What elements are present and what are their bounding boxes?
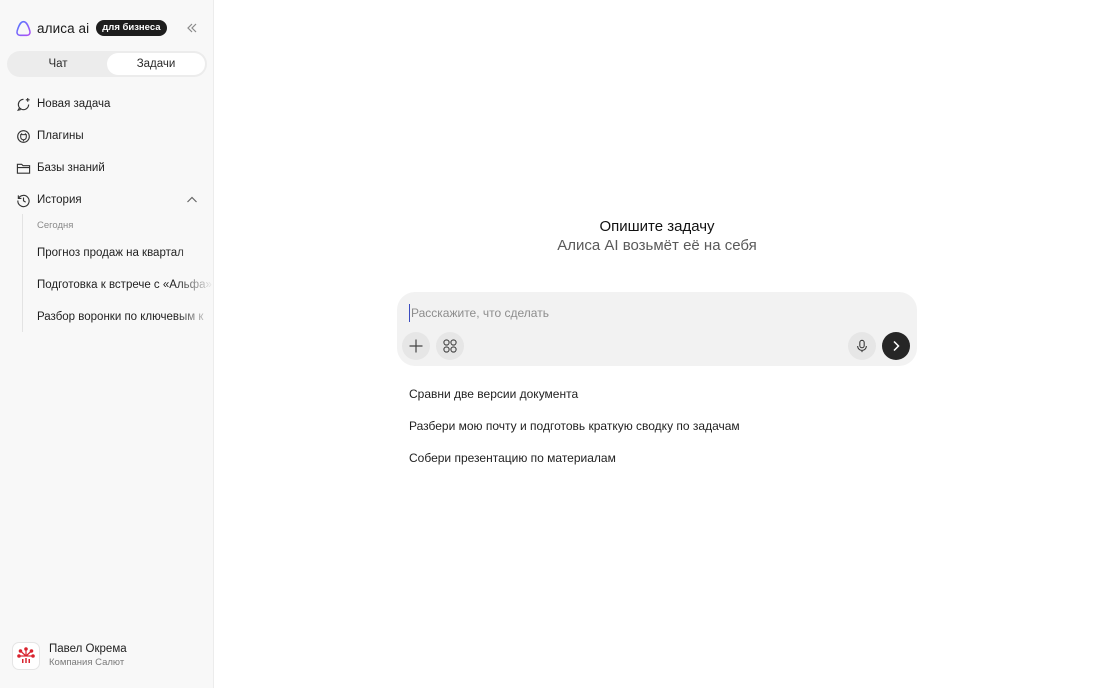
voice-input-button[interactable] bbox=[848, 332, 876, 360]
company-logo-icon bbox=[17, 647, 35, 663]
page-subtitle: Алиса AI возьмёт её на себя bbox=[557, 237, 757, 254]
sidebar-item-label: Новая задача bbox=[37, 98, 111, 110]
user-name: Павел Окрема bbox=[49, 643, 127, 655]
sidebar-item-plugins[interactable]: Плагины bbox=[0, 120, 214, 152]
history-list: Сегодня Прогноз продаж на квартал Подгот… bbox=[22, 214, 214, 332]
apps-grid-icon bbox=[443, 339, 457, 353]
sidebar-item-label: Базы знаний bbox=[37, 162, 105, 174]
tab-tasks[interactable]: Задачи bbox=[107, 53, 205, 75]
history-item[interactable]: Подготовка к встрече с «Альфа» bbox=[23, 270, 214, 302]
collapse-sidebar-button[interactable] bbox=[184, 20, 200, 36]
sidebar: алиса ai для бизнеса Чат Задачи Новая за… bbox=[0, 0, 214, 688]
mode-tabs: Чат Задачи bbox=[7, 51, 207, 77]
history-item[interactable]: Прогноз продаж на квартал bbox=[23, 238, 214, 270]
tab-chat[interactable]: Чат bbox=[9, 53, 107, 75]
task-input[interactable] bbox=[409, 304, 889, 322]
brand[interactable]: алиса ai для бизнеса bbox=[15, 18, 167, 38]
double-chevron-left-icon bbox=[187, 23, 197, 33]
plugin-icon bbox=[15, 128, 31, 144]
plus-icon bbox=[409, 339, 423, 353]
history-icon bbox=[15, 192, 31, 208]
alisa-logo-icon bbox=[16, 20, 31, 36]
chevron-up-icon[interactable] bbox=[186, 194, 198, 206]
sidebar-item-label: История bbox=[37, 194, 82, 206]
attach-button[interactable] bbox=[402, 332, 430, 360]
main-panel: Опишите задачу Алиса AI возьмёт её на се… bbox=[214, 0, 1100, 688]
history-group-label: Сегодня bbox=[37, 220, 74, 231]
business-badge: для бизнеса bbox=[96, 20, 167, 36]
sidebar-item-label: Плагины bbox=[37, 130, 84, 142]
new-chat-icon bbox=[15, 96, 31, 112]
suggestion-item[interactable]: Сравни две версии документа bbox=[409, 378, 740, 410]
suggestions-list: Сравни две версии документа Разбери мою … bbox=[409, 378, 740, 474]
history-item[interactable]: Разбор воронки по ключевым к bbox=[23, 302, 214, 334]
user-company: Компания Салют bbox=[49, 657, 125, 668]
sidebar-item-history[interactable]: История bbox=[0, 184, 214, 216]
arrow-right-icon bbox=[893, 340, 900, 352]
sidebar-item-knowledge[interactable]: Базы знаний bbox=[0, 152, 214, 184]
tools-button[interactable] bbox=[436, 332, 464, 360]
avatar bbox=[12, 642, 40, 670]
page-title: Опишите задачу bbox=[599, 218, 715, 235]
folder-icon bbox=[15, 160, 31, 176]
microphone-icon bbox=[857, 339, 867, 353]
user-profile[interactable]: Павел Окрема Компания Салют bbox=[12, 641, 127, 671]
suggestion-item[interactable]: Собери презентацию по материалам bbox=[409, 442, 740, 474]
task-composer bbox=[397, 292, 917, 366]
hero: Опишите задачу Алиса AI возьмёт её на се… bbox=[214, 218, 1100, 255]
brand-name: алиса ai bbox=[37, 20, 90, 36]
sidebar-item-new-task[interactable]: Новая задача bbox=[0, 88, 214, 120]
app-window: алиса ai для бизнеса Чат Задачи Новая за… bbox=[0, 0, 1100, 688]
sidebar-nav: Новая задача Плагины Базы знаний История bbox=[0, 88, 214, 216]
send-button[interactable] bbox=[882, 332, 910, 360]
suggestion-item[interactable]: Разбери мою почту и подготовь краткую св… bbox=[409, 410, 740, 442]
